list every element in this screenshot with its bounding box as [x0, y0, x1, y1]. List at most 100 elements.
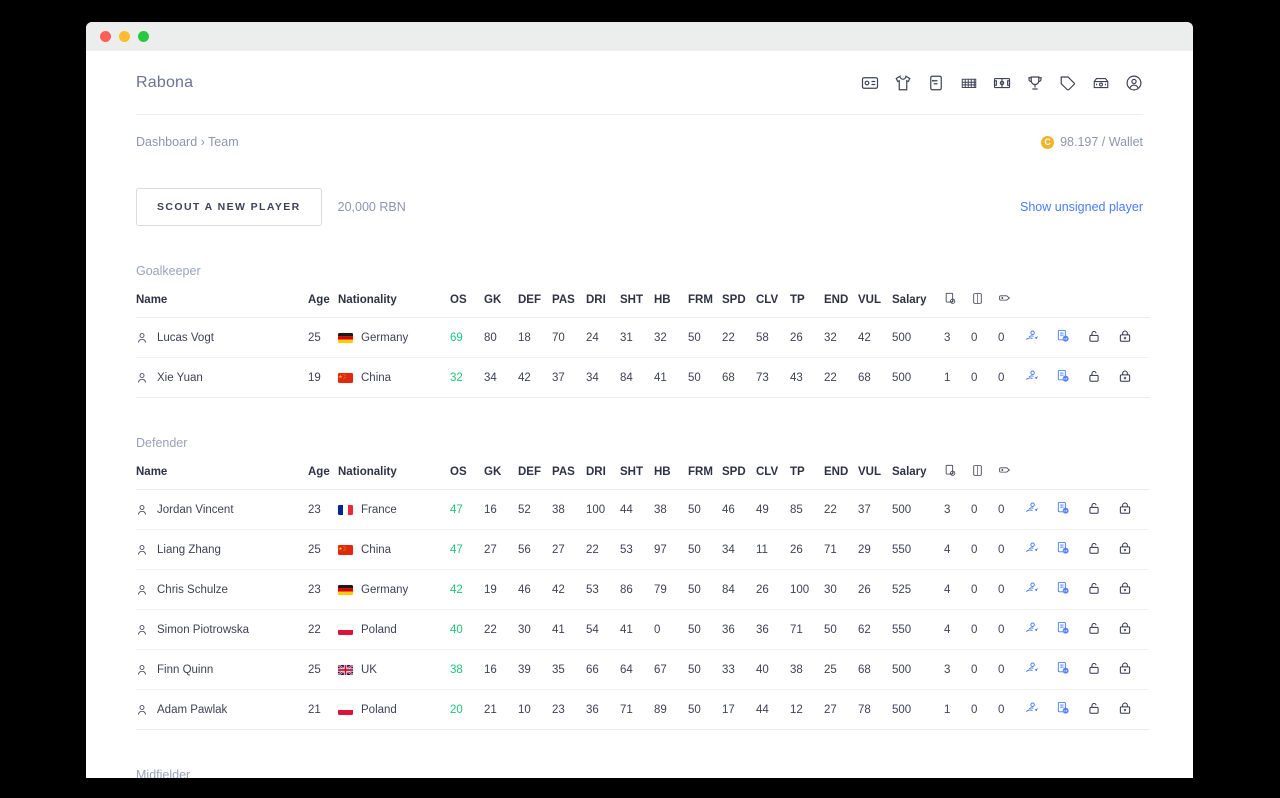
col-stat-os[interactable]: OS — [450, 292, 484, 318]
action-cell-lock-add-icon[interactable] — [1118, 569, 1149, 610]
action-cell-renew-contract-icon[interactable] — [1056, 489, 1087, 530]
contract-icon[interactable] — [944, 464, 971, 490]
col-stat-def[interactable]: DEF — [518, 292, 552, 318]
renew-contract-icon[interactable] — [1056, 581, 1070, 595]
show-unsigned-player-link[interactable]: Show unsigned player — [1020, 200, 1143, 214]
action-cell-lock-add-icon[interactable] — [1118, 357, 1149, 398]
transfer-player-icon[interactable] — [1025, 701, 1039, 715]
renew-contract-icon[interactable] — [1056, 369, 1070, 383]
col-stat-end[interactable]: END — [824, 292, 858, 318]
lock-add-icon[interactable] — [1118, 501, 1132, 515]
action-cell-lock-add-icon[interactable] — [1118, 609, 1149, 650]
player-name-cell[interactable]: Lucas Vogt — [136, 317, 308, 358]
col-stat-def[interactable]: DEF — [518, 464, 552, 490]
col-stat-sht[interactable]: SHT — [620, 292, 654, 318]
renew-contract-icon[interactable] — [1056, 661, 1070, 675]
player-name-cell[interactable]: Finn Quinn — [136, 649, 308, 690]
action-cell-unlock-icon[interactable] — [1087, 357, 1118, 398]
renew-contract-icon[interactable] — [1056, 621, 1070, 635]
col-stat-frm[interactable]: FRM — [688, 292, 722, 318]
transfer-player-icon[interactable] — [1025, 581, 1039, 595]
pitch-icon[interactable] — [992, 73, 1011, 92]
col-stat-clv[interactable]: CLV — [756, 464, 790, 490]
action-cell-unlock-icon[interactable] — [1087, 609, 1118, 650]
col-stat-pas[interactable]: PAS — [552, 464, 586, 490]
unlock-icon[interactable] — [1087, 329, 1101, 343]
minimize-window-button[interactable] — [119, 31, 130, 42]
col-age[interactable]: Age — [308, 292, 338, 318]
table-row[interactable]: Finn Quinn 25 UK 38 16 39 35 66 64 67 50 33 40 38 25 68… — [136, 649, 1149, 690]
goal-net-icon[interactable] — [959, 73, 978, 92]
col-stat-gk[interactable]: GK — [484, 292, 518, 318]
action-cell-transfer-player-icon[interactable] — [1025, 317, 1056, 358]
player-name-cell[interactable]: Xie Yuan — [136, 357, 308, 398]
col-stat-end[interactable]: END — [824, 464, 858, 490]
jersey-icon[interactable] — [893, 73, 912, 92]
player-name-cell[interactable]: Adam Pawlak — [136, 689, 308, 730]
col-salary[interactable]: Salary — [892, 464, 944, 490]
transfer-player-icon[interactable] — [1025, 329, 1039, 343]
yellow-card-icon[interactable] — [971, 292, 998, 318]
wallet-indicator[interactable]: C 98.197 / Wallet — [1041, 135, 1143, 149]
action-cell-lock-add-icon[interactable] — [1118, 529, 1149, 570]
col-nationality[interactable]: Nationality — [338, 292, 450, 318]
renew-contract-icon[interactable] — [1056, 541, 1070, 555]
action-cell-renew-contract-icon[interactable] — [1056, 317, 1087, 358]
tag-icon[interactable] — [1058, 73, 1077, 92]
col-stat-hb[interactable]: HB — [654, 292, 688, 318]
player-name-cell[interactable]: Simon Piotrowska — [136, 609, 308, 650]
breadcrumb[interactable]: Dashboard › Team — [136, 135, 239, 149]
action-cell-renew-contract-icon[interactable] — [1056, 357, 1087, 398]
col-stat-gk[interactable]: GK — [484, 464, 518, 490]
action-cell-unlock-icon[interactable] — [1087, 689, 1118, 730]
col-stat-hb[interactable]: HB — [654, 464, 688, 490]
yellow-card-icon[interactable] — [971, 464, 998, 490]
table-row[interactable]: Chris Schulze 23 Germany 42 19 46 42 53 86 79 50 84… — [136, 569, 1149, 610]
lock-add-icon[interactable] — [1118, 369, 1132, 383]
col-stat-os[interactable]: OS — [450, 464, 484, 490]
player-name-cell[interactable]: Liang Zhang — [136, 529, 308, 570]
table-row[interactable]: Simon Piotrowska 22 Poland 40 22 30 41 54 41 0 50 3… — [136, 609, 1149, 650]
action-cell-renew-contract-icon[interactable] — [1056, 529, 1087, 570]
action-cell-renew-contract-icon[interactable] — [1056, 569, 1087, 610]
col-name[interactable]: Name — [136, 292, 308, 318]
col-age[interactable]: Age — [308, 464, 338, 490]
col-stat-pas[interactable]: PAS — [552, 292, 586, 318]
action-cell-unlock-icon[interactable] — [1087, 489, 1118, 530]
unlock-icon[interactable] — [1087, 369, 1101, 383]
action-cell-unlock-icon[interactable] — [1087, 529, 1118, 570]
lock-add-icon[interactable] — [1118, 329, 1132, 343]
col-stat-frm[interactable]: FRM — [688, 464, 722, 490]
table-row[interactable]: Adam Pawlak 21 Poland 20 21 10 23 36 71 89 50 17 44 1… — [136, 689, 1149, 730]
transfer-player-icon[interactable] — [1025, 661, 1039, 675]
col-stat-vul[interactable]: VUL — [858, 292, 892, 318]
action-cell-transfer-player-icon[interactable] — [1025, 609, 1056, 650]
red-card-icon[interactable] — [998, 292, 1025, 318]
renew-contract-icon[interactable] — [1056, 701, 1070, 715]
unlock-icon[interactable] — [1087, 621, 1101, 635]
unlock-icon[interactable] — [1087, 541, 1101, 555]
table-row[interactable]: Xie Yuan 19 China 32 34 42 37 34 84 41 50 68 73 43 22 6… — [136, 357, 1149, 398]
lock-add-icon[interactable] — [1118, 701, 1132, 715]
action-cell-transfer-player-icon[interactable] — [1025, 357, 1056, 398]
unlock-icon[interactable] — [1087, 581, 1101, 595]
transfer-player-icon[interactable] — [1025, 501, 1039, 515]
action-cell-unlock-icon[interactable] — [1087, 317, 1118, 358]
col-stat-spd[interactable]: SPD — [722, 464, 756, 490]
col-stat-dri[interactable]: DRI — [586, 292, 620, 318]
action-cell-renew-contract-icon[interactable] — [1056, 609, 1087, 650]
app-logo[interactable]: Rabona — [136, 74, 193, 92]
transfer-player-icon[interactable] — [1025, 541, 1039, 555]
unlock-icon[interactable] — [1087, 661, 1101, 675]
action-cell-lock-add-icon[interactable] — [1118, 317, 1149, 358]
col-nationality[interactable]: Nationality — [338, 464, 450, 490]
clipboard-icon[interactable] — [926, 73, 945, 92]
action-cell-renew-contract-icon[interactable] — [1056, 649, 1087, 690]
col-salary[interactable]: Salary — [892, 292, 944, 318]
table-row[interactable]: Jordan Vincent 23 France 47 16 52 38 100 44 38 50 4… — [136, 489, 1149, 530]
col-stat-tp[interactable]: TP — [790, 292, 824, 318]
renew-contract-icon[interactable] — [1056, 501, 1070, 515]
action-cell-lock-add-icon[interactable] — [1118, 649, 1149, 690]
col-stat-dri[interactable]: DRI — [586, 464, 620, 490]
table-row[interactable]: Lucas Vogt 25 Germany 69 80 18 70 24 31 32 50 22 58 2… — [136, 317, 1149, 358]
